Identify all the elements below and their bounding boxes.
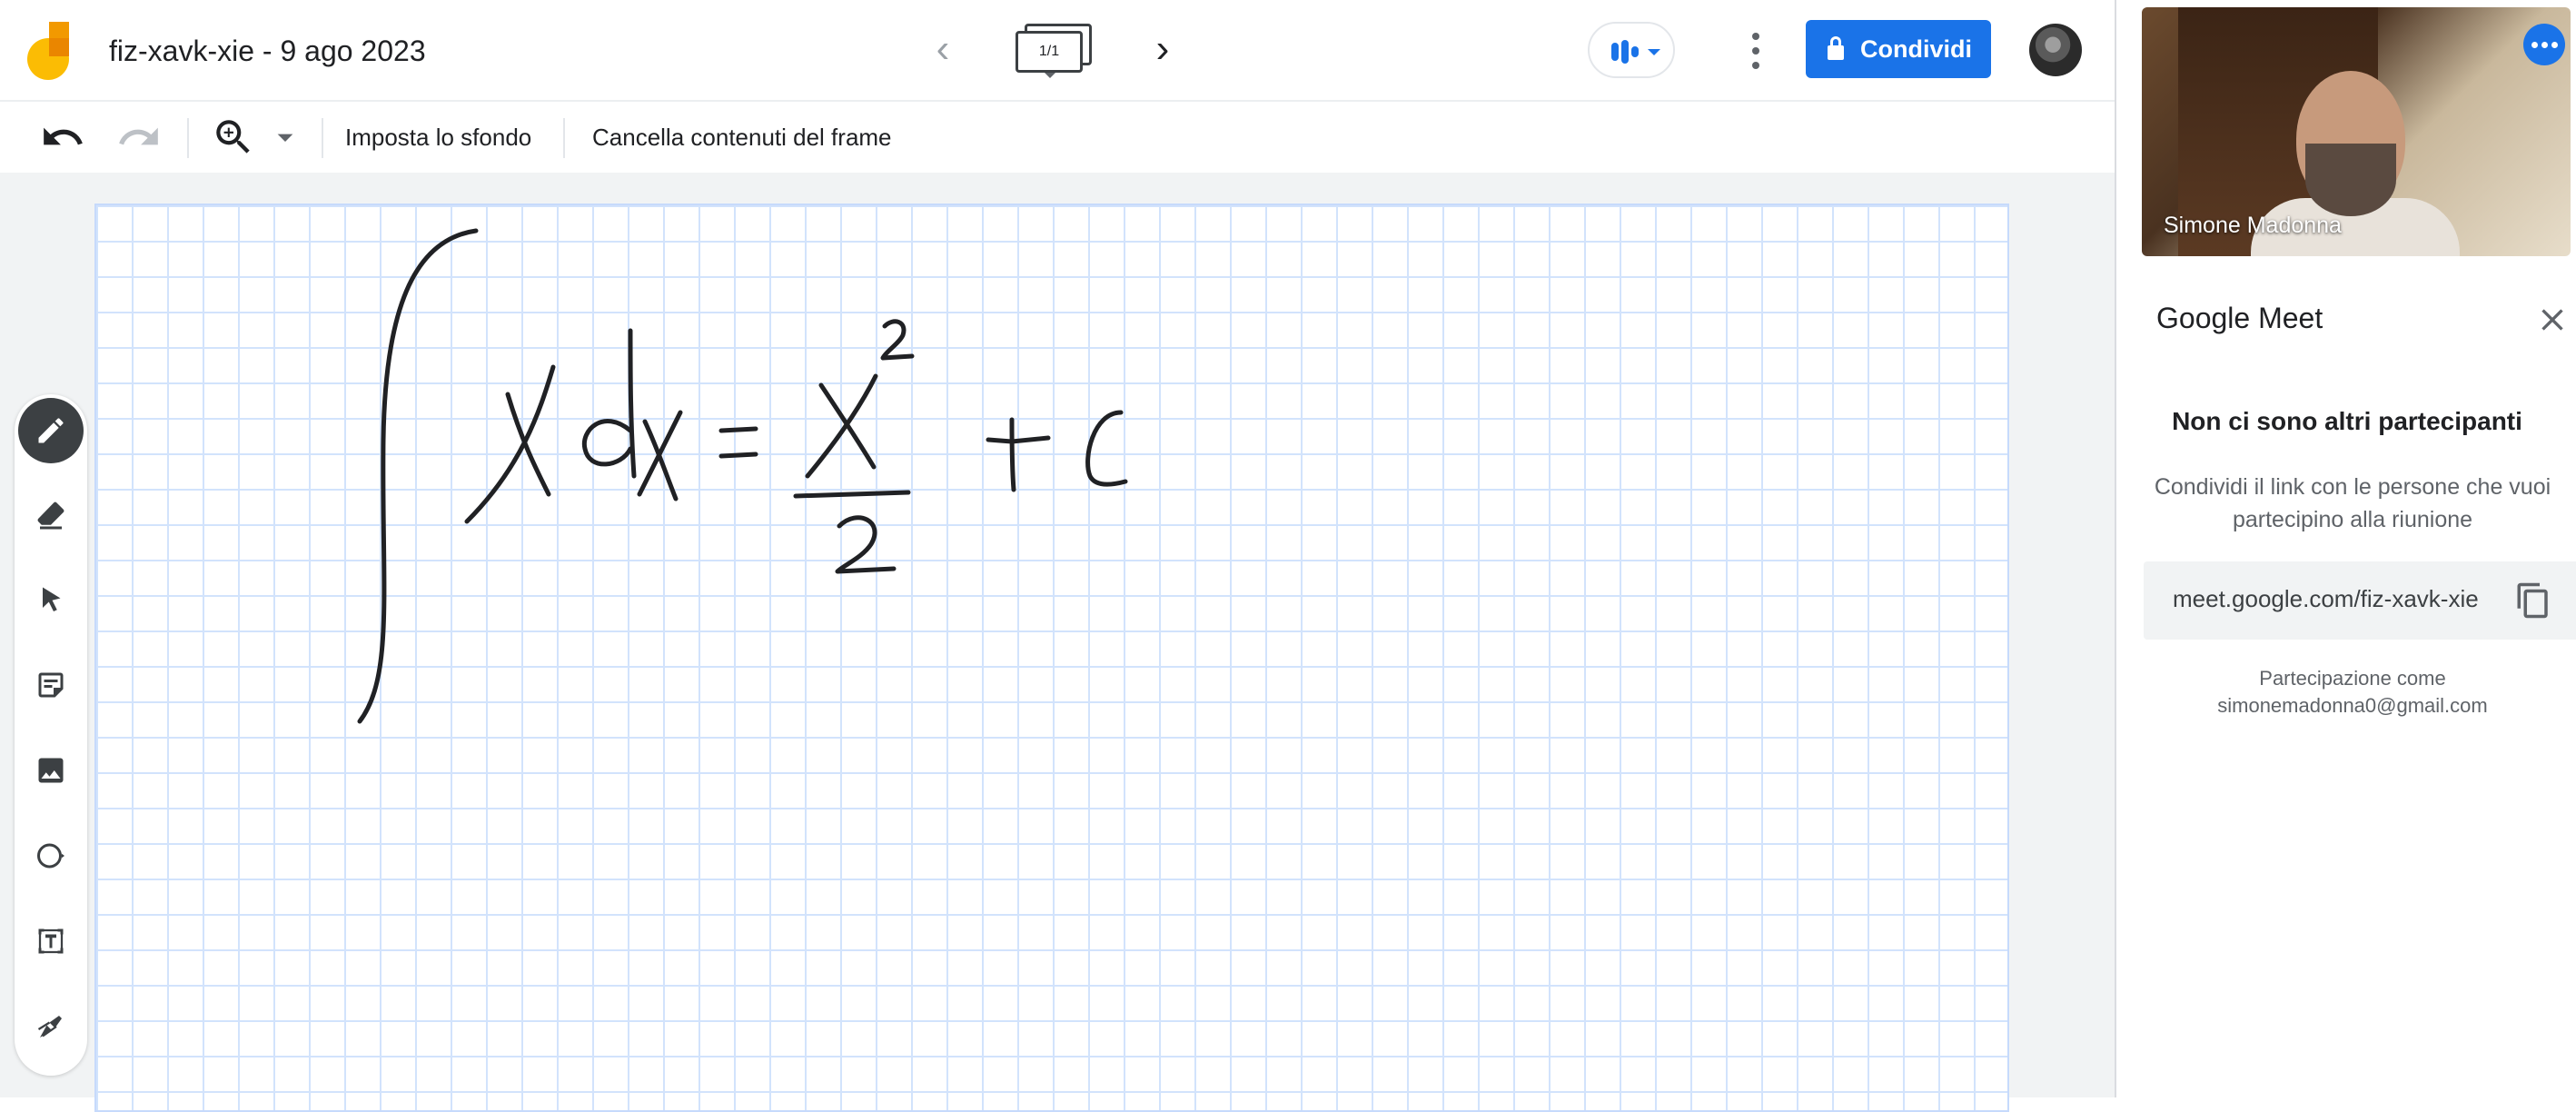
copy-icon[interactable]	[2514, 581, 2552, 620]
circle-icon	[37, 843, 64, 869]
avatar[interactable]	[2029, 24, 2082, 76]
zoom-dropdown-icon[interactable]	[267, 114, 303, 160]
next-frame-button[interactable]: ›	[1139, 27, 1186, 74]
text-box-tool[interactable]	[18, 908, 84, 974]
chevron-down-icon	[1648, 49, 1660, 55]
jamboard-logo	[27, 22, 74, 80]
meeting-link-box: meet.google.com/fiz-xavk-xie	[2144, 561, 2576, 640]
zoom-icon[interactable]	[211, 114, 256, 160]
chevron-down-icon	[1045, 73, 1055, 78]
eraser-icon	[37, 501, 64, 530]
lock-icon	[1828, 36, 1844, 60]
panel-title: Google Meet	[2156, 302, 2323, 334]
tool-rail	[15, 394, 87, 1076]
joined-as-info: Partecipazione come simonemadonna0@gmail…	[2153, 665, 2552, 720]
image-tool[interactable]	[18, 738, 84, 803]
image-icon	[38, 758, 64, 783]
sticky-note-icon	[38, 672, 64, 698]
more-options-icon[interactable]	[2523, 24, 2565, 65]
audio-bars-icon	[1611, 40, 1639, 64]
frame-indicator: 1/1	[1016, 31, 1083, 73]
edit-toolbar: Imposta lo sfondo Cancella contenuti del…	[0, 102, 2115, 173]
pen-tool[interactable]	[18, 398, 84, 463]
set-background-button[interactable]: Imposta lo sfondo	[345, 124, 531, 152]
undo-icon[interactable]	[40, 114, 85, 160]
participant-name: Simone Madonna	[2164, 213, 2342, 238]
top-bar: fiz-xavk-xie - 9 ago 2023 ‹ 1/1 › Condiv…	[0, 0, 2115, 102]
close-icon[interactable]	[2534, 302, 2571, 338]
participant-video[interactable]: Simone Madonna	[2142, 7, 2571, 256]
laser-pointer-icon	[37, 1016, 62, 1038]
handwritten-integral	[357, 228, 1128, 724]
frame-bar-button[interactable]: 1/1	[1012, 24, 1095, 78]
laser-tool[interactable]	[18, 994, 84, 1059]
canvas-area	[0, 173, 2115, 1112]
no-participants-heading: Non ci sono altri partecipanti	[2172, 407, 2522, 435]
joined-as-email: simonemadonna0@gmail.com	[2217, 694, 2488, 717]
share-button[interactable]: Condividi	[1806, 20, 1991, 78]
shape-tool[interactable]	[18, 823, 84, 889]
meeting-link[interactable]: meet.google.com/fiz-xavk-xie	[2173, 585, 2479, 613]
pen-icon	[38, 418, 64, 443]
redo-icon[interactable]	[116, 114, 162, 160]
clear-frame-button[interactable]: Cancella contenuti del frame	[592, 124, 892, 152]
meet-side-panel: Simone Madonna Google Meet Non ci sono a…	[2115, 0, 2576, 1097]
meet-audio-button[interactable]	[1588, 22, 1675, 78]
previous-frame-button[interactable]: ‹	[919, 27, 966, 74]
joined-as-label: Partecipazione come	[2259, 667, 2446, 690]
cursor-arrow-icon	[43, 587, 61, 612]
document-title[interactable]: fiz-xavk-xie - 9 ago 2023	[109, 35, 426, 68]
eraser-tool[interactable]	[18, 482, 84, 547]
more-options-icon[interactable]	[1742, 27, 1769, 74]
text-box-icon	[38, 928, 64, 954]
sticky-note-tool[interactable]	[18, 652, 84, 718]
share-button-label: Condividi	[1860, 35, 1972, 63]
select-tool[interactable]	[18, 567, 84, 632]
invite-description: Condividi il link con le persone che vuo…	[2154, 474, 2551, 532]
